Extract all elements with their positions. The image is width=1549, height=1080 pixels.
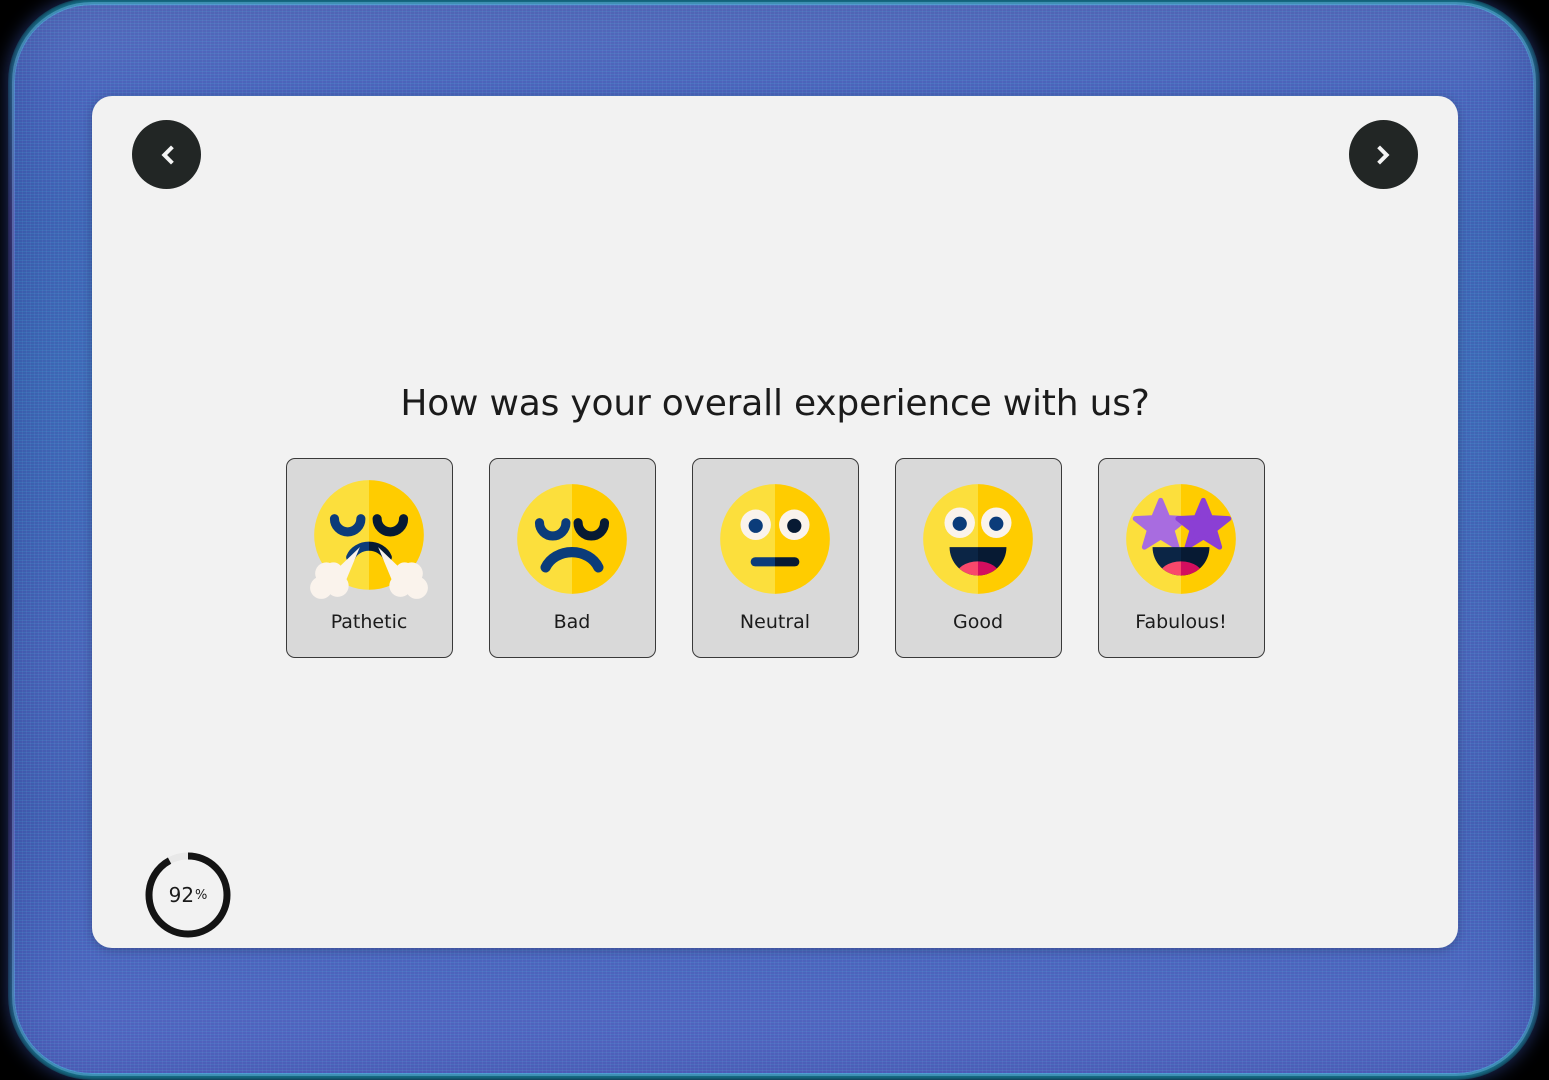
rating-options-row: Pathetic Bad Neutral Good Fabulous! [92, 458, 1458, 658]
rating-option-label: Bad [553, 611, 591, 633]
rating-option-label: Good [952, 611, 1004, 633]
chevron-right-icon [1369, 140, 1399, 170]
neutral-face-emoji [720, 484, 830, 594]
grinning-face-emoji [923, 484, 1033, 594]
rating-option-label: Neutral [739, 611, 811, 633]
disappointed-face-emoji [517, 484, 627, 594]
rating-option-neutral[interactable]: Neutral [691, 458, 859, 658]
rating-option-bad[interactable]: Bad [488, 458, 656, 658]
progress-unit: % [195, 887, 208, 903]
survey-question: How was your overall experience with us? [400, 383, 1150, 424]
rating-option-label: Pathetic [330, 611, 408, 633]
previous-question-button[interactable] [132, 120, 201, 189]
next-question-button[interactable] [1349, 120, 1418, 189]
rating-option-label: Fabulous! [1135, 611, 1227, 633]
rating-option-fabulous[interactable]: Fabulous! [1097, 458, 1265, 658]
progress-value: 92% [142, 849, 234, 941]
progress-indicator: 92% [142, 849, 234, 941]
progress-number: 92 [168, 883, 195, 907]
rating-option-pathetic[interactable]: Pathetic [285, 458, 453, 658]
chevron-left-icon [152, 140, 182, 170]
face-with-steam-from-nose-emoji [310, 480, 428, 599]
survey-card: How was your overall experience with us? [92, 96, 1458, 948]
star-struck-face-emoji [1126, 484, 1236, 594]
rating-option-good[interactable]: Good [894, 458, 1062, 658]
